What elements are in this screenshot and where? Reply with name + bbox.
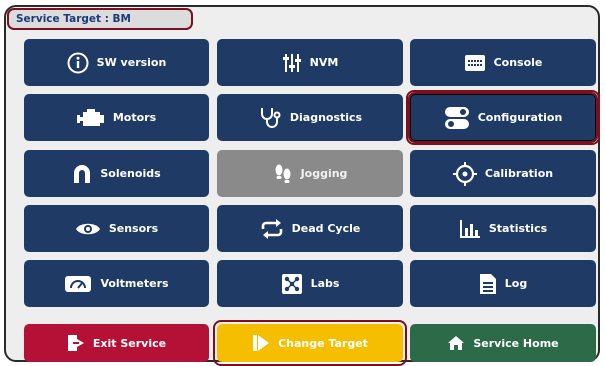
eye-icon	[75, 221, 101, 237]
dead-cycle-button[interactable]: Dead Cycle	[217, 205, 403, 252]
jogging-button[interactable]: Jogging	[217, 150, 403, 197]
jogging-label: Jogging	[300, 167, 348, 180]
footprints-icon	[273, 163, 293, 185]
log-label: Log	[504, 277, 528, 290]
nvm-label: NVM	[309, 56, 339, 69]
calibration-label: Calibration	[484, 167, 554, 180]
statistics-label: Statistics	[488, 222, 548, 235]
exit-icon	[67, 334, 85, 352]
service-home-label: Service Home	[473, 336, 559, 350]
dead-cycle-label: Dead Cycle	[291, 222, 361, 235]
sensors-label: Sensors	[108, 222, 159, 235]
exit-service-label: Exit Service	[92, 336, 167, 350]
magnet-icon	[72, 164, 92, 184]
labs-button[interactable]: Labs	[217, 260, 403, 307]
voltmeters-button[interactable]: Voltmeters	[24, 260, 209, 307]
sliders-icon	[282, 53, 302, 73]
motors-label: Motors	[112, 111, 157, 124]
gauge-icon	[64, 275, 92, 293]
stethoscope-icon	[258, 106, 282, 130]
solenoids-label: Solenoids	[100, 167, 161, 180]
exit-service-button[interactable]: Exit Service	[24, 324, 209, 362]
nvm-button[interactable]: NVM	[217, 39, 403, 86]
engine-icon	[76, 108, 105, 128]
service-target-text: Service Target : BM	[16, 13, 131, 25]
keyboard-icon	[464, 54, 486, 72]
statistics-button[interactable]: Statistics	[410, 205, 596, 252]
sw-version-button[interactable]: SW version	[24, 39, 209, 86]
repeat-icon	[260, 218, 284, 240]
change-target-button[interactable]: Change Target	[213, 320, 407, 366]
sensors-button[interactable]: Sensors	[24, 205, 209, 252]
bar-chart-icon	[459, 219, 481, 239]
service-target-label: Service Target : BM	[7, 8, 193, 30]
labs-label: Labs	[310, 277, 340, 290]
calibration-button[interactable]: Calibration	[410, 150, 596, 197]
motors-button[interactable]: Motors	[24, 94, 209, 141]
change-target-label: Change Target	[278, 336, 368, 350]
skip-icon	[252, 334, 270, 352]
info-icon	[67, 52, 89, 74]
solenoids-button[interactable]: Solenoids	[24, 150, 209, 197]
voltmeters-label: Voltmeters	[100, 277, 169, 290]
sw-version-label: SW version	[96, 56, 167, 69]
document-icon	[479, 273, 497, 295]
crosshair-icon	[452, 161, 477, 186]
configuration-button[interactable]: Configuration	[406, 90, 600, 145]
toggles-icon	[444, 106, 470, 130]
console-button[interactable]: Console	[410, 39, 596, 86]
configuration-label: Configuration	[477, 111, 563, 124]
labs-icon	[281, 273, 303, 295]
service-home-button[interactable]: Service Home	[410, 324, 596, 362]
home-icon	[447, 335, 465, 351]
log-button[interactable]: Log	[410, 260, 596, 307]
diagnostics-button[interactable]: Diagnostics	[217, 94, 403, 141]
diagnostics-label: Diagnostics	[289, 111, 363, 124]
console-label: Console	[493, 56, 543, 69]
